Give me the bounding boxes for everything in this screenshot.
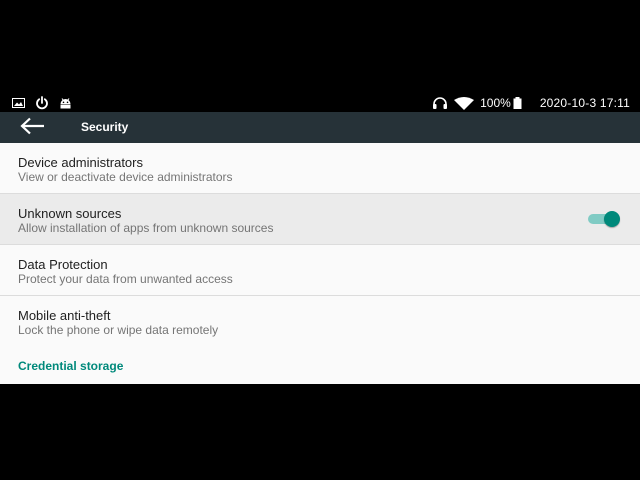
pref-summary: Lock the phone or wipe data remotely [18,323,219,337]
unknown-sources-switch[interactable] [588,211,620,227]
back-button[interactable] [14,115,50,141]
page-title: Security [81,120,129,134]
power-icon [35,96,49,110]
credential-storage-header[interactable]: Credential storage [18,359,123,373]
pref-title: Mobile anti-theft [18,308,111,323]
headphones-icon [432,97,448,109]
battery-icon [513,97,522,109]
phone-screen: 100% 2020-10-3 17:11 Security Device adm… [0,0,640,480]
android-icon [59,97,72,109]
app-toolbar: Security [0,112,640,143]
pref-title: Device administrators [18,155,143,170]
pref-unknown-sources[interactable]: Unknown sources Allow installation of ap… [0,194,640,245]
status-datetime: 2020-10-3 17:11 [539,96,630,110]
wifi-icon [454,96,475,110]
pref-summary: Protect your data from unwanted access [18,272,233,286]
status-left-icons [12,96,82,110]
settings-list: Device administrators View or deactivate… [0,143,640,384]
status-bar: 100% 2020-10-3 17:11 [0,94,640,112]
pref-data-protection[interactable]: Data Protection Protect your data from u… [0,245,640,296]
image-icon [12,98,25,108]
battery-percent: 100% [480,96,511,110]
switch-thumb [604,211,620,227]
pref-title: Data Protection [18,257,108,272]
pref-summary: Allow installation of apps from unknown … [18,221,274,235]
status-right-icons: 100% 2020-10-3 17:11 [432,95,630,111]
pref-title: Unknown sources [18,206,122,221]
pref-mobile-anti-theft[interactable]: Mobile anti-theft Lock the phone or wipe… [0,296,640,346]
pref-summary: View or deactivate device administrators [18,170,233,184]
back-arrow-icon [19,117,45,140]
pref-device-administrators[interactable]: Device administrators View or deactivate… [0,143,640,194]
